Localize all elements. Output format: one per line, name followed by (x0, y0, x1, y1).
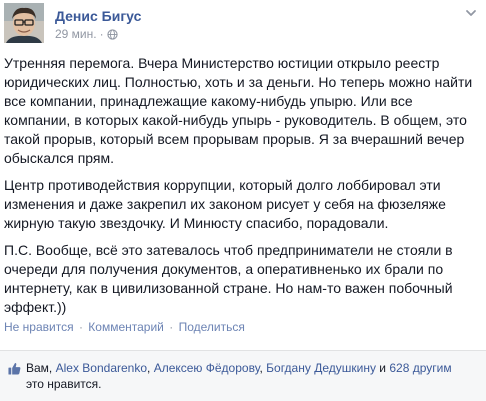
chevron-down-icon[interactable] (464, 6, 478, 20)
author-name[interactable]: Денис Бигус (55, 8, 141, 24)
comment-link[interactable]: Комментарий (88, 320, 164, 334)
likes-text: Вам, Alex Bondarenko, Алексею Фёдорову, … (26, 361, 452, 391)
liker-link[interactable]: Богдану Дедушкину (266, 361, 376, 375)
likes-and: и (379, 361, 386, 375)
post-body: Утренняя перемога. Вчера Министерство юс… (4, 54, 480, 325)
post-actions: Не нравится · Комментарий · Поделиться (4, 320, 245, 334)
other-likers-link[interactable]: 628 другим (389, 361, 451, 375)
unlike-link[interactable]: Не нравится (4, 320, 74, 334)
thumbs-up-icon (8, 363, 21, 375)
action-separator: · (169, 320, 174, 334)
post-paragraph: Утренняя перемога. Вчера Министерство юс… (4, 55, 473, 166)
liker-link[interactable]: Алексею Фёдорову (154, 361, 260, 375)
post-meta: 29 мин. · (55, 27, 118, 41)
facebook-post: Денис Бигус 29 мин. · Утренняя перемога.… (0, 0, 486, 401)
likes-suffix: это нравится. (26, 377, 102, 391)
profile-photo (4, 3, 44, 43)
share-link[interactable]: Поделиться (179, 320, 245, 334)
avatar[interactable] (4, 3, 44, 43)
globe-icon[interactable] (106, 28, 118, 40)
likes-prefix: Вам, (26, 361, 53, 375)
action-separator: · (78, 320, 83, 334)
liker-link[interactable]: Alex Bondarenko (56, 361, 147, 375)
likes-summary: Вам, Alex Bondarenko, Алексею Фёдорову, … (0, 350, 486, 401)
meta-separator: · (99, 27, 104, 41)
post-paragraph: Центр противодействия коррупции, который… (4, 177, 446, 231)
post-paragraph: П.С. Вообще, всё это затевалось чтоб пре… (4, 242, 453, 315)
post-time[interactable]: 29 мин. (55, 27, 97, 41)
